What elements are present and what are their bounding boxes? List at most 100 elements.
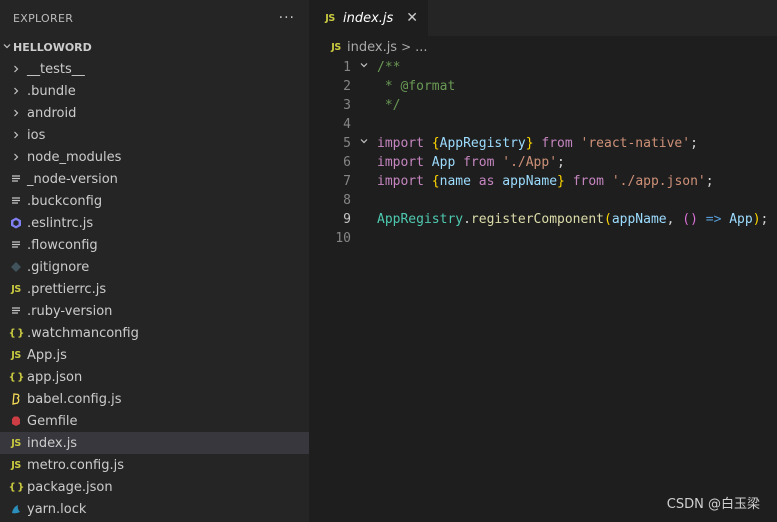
js-file-icon: JS [11,283,21,295]
code-text: import {name as appName} from './app.jso… [377,174,714,189]
tree-item-label: metro.config.js [27,457,124,473]
text-file-icon [9,237,23,253]
tree-item-label: .prettierrc.js [27,281,107,297]
tree-item-label: ios [27,127,46,143]
tree-file-prettierrc[interactable]: JS .prettierrc.js [0,278,309,300]
js-file-icon: JS [11,349,21,361]
tree-file-metro-config[interactable]: JS metro.config.js [0,454,309,476]
fold-gutter [351,77,377,96]
tree-folder-ios[interactable]: ios [0,124,309,146]
explorer-header: EXPLORER ··· [0,0,309,36]
fold-gutter [351,96,377,115]
more-actions-button[interactable]: ··· [279,10,295,26]
tree-item-label: .bundle [27,83,76,99]
chevron-right-icon [9,149,23,165]
watermark: CSDN @白玉梁 [666,497,760,512]
js-file-icon: JS [331,41,341,53]
breadcrumb-more[interactable]: ... [415,40,427,55]
fold-gutter [351,172,377,191]
js-file-icon: JS [325,12,335,24]
json-file-icon: { } [8,481,25,493]
tab-index-js[interactable]: JS index.js ✕ [309,0,428,36]
code-line: 2 * @format [309,77,777,96]
tree-file-babel-config[interactable]: babel.config.js [0,388,309,410]
tree-file-flowconfig[interactable]: .flowconfig [0,234,309,256]
git-icon [9,259,23,275]
breadcrumb-separator: > [401,40,412,54]
tree-item-label: _node-version [27,171,118,187]
chevron-right-icon [9,105,23,121]
line-number: 6 [343,155,351,170]
line-number: 4 [343,117,351,132]
tree-item-label: node_modules [27,149,122,165]
tree-file-yarn-lock[interactable]: yarn.lock [0,498,309,520]
tree-item-label: .flowconfig [27,237,98,253]
tree-item-label: index.js [27,435,78,451]
tree-file-ruby-version[interactable]: .ruby-version [0,300,309,322]
code-editor[interactable]: 1 /** 2 * @format 3 */ 4 5 import {AppRe… [309,58,777,248]
code-text: import App from './App'; [377,155,565,170]
js-file-icon: JS [11,437,21,449]
tree-folder-node-modules[interactable]: node_modules [0,146,309,168]
tree-item-label: yarn.lock [27,501,87,517]
text-file-icon [9,171,23,187]
tree-item-label: __tests__ [27,61,85,77]
tree-file-node-version[interactable]: _node-version [0,168,309,190]
tree-file-app-json[interactable]: { } app.json [0,366,309,388]
tree-folder-tests[interactable]: __tests__ [0,58,309,80]
text-file-icon [9,303,23,319]
code-text: */ [377,98,401,113]
workspace-root-folder[interactable]: HELLOWORD [0,36,309,58]
code-line: 1 /** [309,58,777,77]
tree-item-label: .buckconfig [27,193,103,209]
close-icon[interactable]: ✕ [406,10,418,26]
fold-gutter [351,153,377,172]
code-line: 6 import App from './App'; [309,153,777,172]
fold-chevron-icon[interactable] [351,58,377,77]
tree-item-label: Gemfile [27,413,78,429]
tree-file-gitignore[interactable]: .gitignore [0,256,309,278]
code-text: import {AppRegistry} from 'react-native'… [377,136,698,151]
tree-file-package-json[interactable]: { } package.json [0,476,309,498]
code-line: 3 */ [309,96,777,115]
fold-gutter [351,210,377,229]
code-text: AppRegistry.registerComponent(appName, (… [377,212,769,227]
breadcrumb-file[interactable]: index.js [347,40,397,55]
code-line: 5 import {AppRegistry} from 'react-nativ… [309,134,777,153]
line-number: 10 [335,231,351,246]
line-number: 3 [343,98,351,113]
ruby-gem-icon [9,413,23,429]
line-number: 8 [343,193,351,208]
tab-label: index.js [343,10,394,26]
tree-file-app-js[interactable]: JS App.js [0,344,309,366]
workspace-root-label: HELLOWORD [13,40,92,54]
code-line: 4 [309,115,777,134]
tree-folder-bundle[interactable]: .bundle [0,80,309,102]
tree-item-label: App.js [27,347,67,363]
babel-icon [9,391,23,407]
tree-file-gemfile[interactable]: Gemfile [0,410,309,432]
tree-folder-android[interactable]: android [0,102,309,124]
tree-file-buckconfig[interactable]: .buckconfig [0,190,309,212]
tree-item-label: babel.config.js [27,391,122,407]
chevron-down-icon [2,41,13,54]
json-file-icon: { } [8,371,25,383]
tree-file-watchmanconfig[interactable]: { } .watchmanconfig [0,322,309,344]
fold-gutter [351,115,377,134]
code-line: 10 [309,229,777,248]
json-file-icon: { } [8,327,25,339]
explorer-sidebar: EXPLORER ··· HELLOWORD __tests__ .bundle… [0,0,309,522]
yarn-icon [9,501,23,517]
tree-item-label: android [27,105,77,121]
code-line: 9 AppRegistry.registerComponent(appName,… [309,210,777,229]
text-file-icon [9,193,23,209]
breadcrumb: JS index.js > ... [309,36,777,58]
explorer-title: EXPLORER [13,11,74,25]
fold-chevron-icon[interactable] [351,134,377,153]
tree-file-eslintrc[interactable]: .eslintrc.js [0,212,309,234]
line-number: 1 [343,60,351,75]
js-file-icon: JS [11,459,21,471]
line-number: 7 [343,174,351,189]
tree-file-index-js[interactable]: JS index.js [0,432,309,454]
chevron-right-icon [9,61,23,77]
